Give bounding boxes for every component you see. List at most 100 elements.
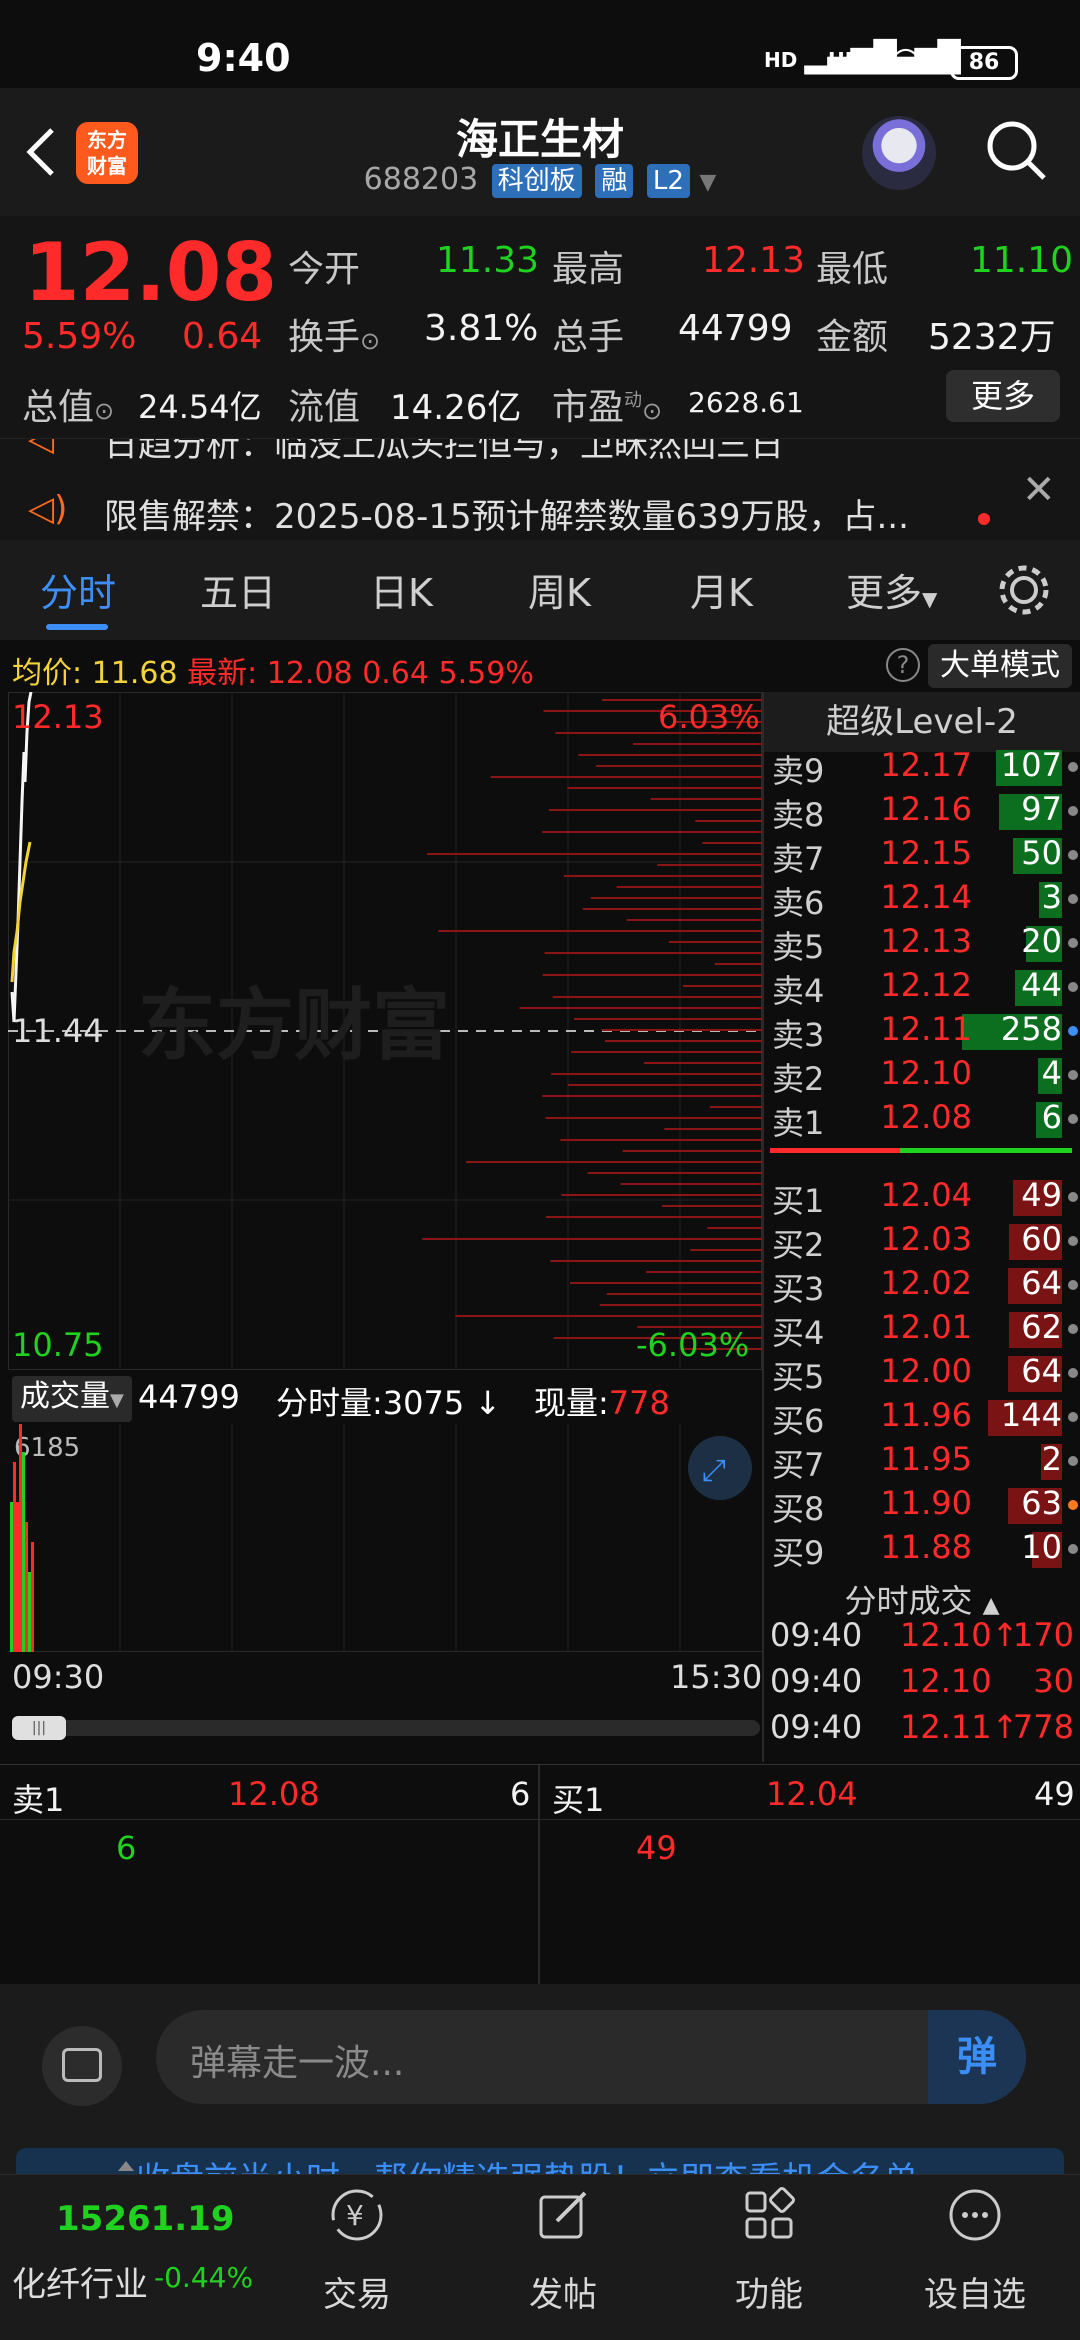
robot-assistant-icon[interactable] <box>862 116 936 190</box>
more-dots-icon <box>949 2189 1001 2241</box>
sell-row[interactable]: 卖8 12.16 97 <box>764 790 1080 834</box>
bottom-nav: 15261.19 化纤行业 -0.44% ¥ 交易 发帖 功能 设自选 <box>0 2161 1080 2340</box>
nav-functions-label: 功能 <box>735 2275 803 2315</box>
nav-post[interactable]: 发帖 <box>488 2175 638 2340</box>
chart-scrollbar[interactable]: ||| <box>12 1716 760 1740</box>
notice-line-2: 限售解禁：2025-08-15预计解禁数量639万股，占... <box>104 497 909 537</box>
buy-row[interactable]: 买9 11.88 10 <box>764 1528 1080 1572</box>
sell-row[interactable]: 卖3 12.11 258 <box>764 1010 1080 1054</box>
latest-change: 0.64 <box>362 656 429 691</box>
order-book-title[interactable]: 超级Level-2 <box>764 692 1080 752</box>
sell-row[interactable]: 卖9 12.17 107 <box>764 746 1080 790</box>
tab-intraday[interactable]: 分时 <box>40 562 116 617</box>
tab-daily-k[interactable]: 日K <box>370 562 433 617</box>
tab-five-day[interactable]: 五日 <box>200 562 276 617</box>
buy-status-dot <box>1068 1236 1078 1246</box>
buy-row[interactable]: 买1 12.04 49 <box>764 1176 1080 1220</box>
info-icon: ⊙ <box>642 397 663 425</box>
pe-label[interactable]: 市盈动⊙ <box>552 378 662 430</box>
buy-price: 12.01 <box>880 1308 972 1346</box>
buy-row[interactable]: 买8 11.90 63 <box>764 1484 1080 1528</box>
index-value: 15261.19 <box>56 2199 235 2239</box>
help-icon[interactable]: ? <box>886 648 920 682</box>
trade-icon: ¥ <box>331 2189 383 2241</box>
nav-functions[interactable]: 功能 <box>694 2175 844 2340</box>
chevron-up-icon: ▲ <box>982 1593 1000 1618</box>
tab-more[interactable]: 更多▼ <box>846 562 937 617</box>
chart-tabs: 分时 五日 日K 周K 月K 更多▼ <box>0 540 1080 640</box>
buy-row[interactable]: 买6 11.96 144 <box>764 1396 1080 1440</box>
buy-volume: 2 <box>1041 1440 1062 1478</box>
mktcap-label[interactable]: 总值⊙ <box>22 378 114 430</box>
sell-price: 12.08 <box>880 1098 972 1136</box>
gear-icon[interactable] <box>996 562 1052 618</box>
minute-volume-value: 3075 <box>382 1384 465 1422</box>
sell-status-dot <box>1068 762 1078 772</box>
sell-row[interactable]: 卖7 12.15 50 <box>764 834 1080 878</box>
nav-add-watchlist[interactable]: 设自选 <box>900 2175 1050 2340</box>
sell-status-dot <box>1068 1070 1078 1080</box>
sell-row[interactable]: 卖2 12.10 4 <box>764 1054 1080 1098</box>
volume-bar <box>13 1462 16 1652</box>
turnover-label[interactable]: 换手⊙ <box>288 308 380 360</box>
promo-banner[interactable]: 收盘前半小时，帮你精选强势股！立即查看机会名单 <box>0 2134 1080 2174</box>
tab-weekly-k[interactable]: 周K <box>528 562 591 617</box>
industry-index[interactable]: 15261.19 化纤行业 -0.44% <box>0 2161 260 2340</box>
mktcap-value: 24.54亿 <box>138 388 262 426</box>
search-icon[interactable] <box>984 118 1048 182</box>
notice-line-1: 日趋分析：临没上瓜头拦恒与，卫眯然回三日 <box>104 438 784 465</box>
volume-indicator-label: 成交量 <box>20 1379 110 1414</box>
time-end: 15:30 <box>670 1658 763 1696</box>
turnover-value: 3.81% <box>424 308 539 349</box>
intraday-chart[interactable]: 东方财富 <box>8 692 762 1370</box>
best-quote-strip: 卖1 12.08 6 6 买1 12.04 49 49 <box>0 1764 1080 1985</box>
sell-volume: 3 <box>1041 878 1062 916</box>
buy-volume: 64 <box>1021 1264 1062 1302</box>
buy-row[interactable]: 买5 12.00 64 <box>764 1352 1080 1396</box>
sell-level-label: 卖1 <box>772 1104 825 1142</box>
buy-row[interactable]: 买3 12.02 64 <box>764 1264 1080 1308</box>
danmaku-input[interactable]: 弹幕走一波... 弹 <box>156 2010 1026 2104</box>
danmaku-send-button[interactable]: 弹 <box>928 2010 1026 2104</box>
price-summary: 均价: 11.68 最新: 12.08 0.64 5.59% <box>12 648 534 692</box>
low-value: 11.10 <box>970 240 1074 281</box>
buy-level-label: 买5 <box>772 1358 825 1396</box>
sell-volume: 44 <box>1021 966 1062 1004</box>
sell-level-label: 卖5 <box>772 928 825 966</box>
more-button[interactable]: 更多 <box>946 370 1060 422</box>
strip-separator <box>538 1765 540 1985</box>
scrollbar-handle[interactable]: ||| <box>12 1716 66 1740</box>
danmaku-settings-icon[interactable] <box>42 2026 122 2106</box>
volume-bar <box>16 1502 19 1652</box>
strip-buy-price: 12.04 <box>766 1775 858 1813</box>
arrow-down-icon: ↓ <box>474 1384 502 1422</box>
sell-row[interactable]: 卖5 12.13 20 <box>764 922 1080 966</box>
volume-indicator-select[interactable]: 成交量▼ <box>12 1376 132 1422</box>
sell-row[interactable]: 卖6 12.14 3 <box>764 878 1080 922</box>
sell-row[interactable]: 卖4 12.12 44 <box>764 966 1080 1010</box>
buy-row[interactable]: 买7 11.95 2 <box>764 1440 1080 1484</box>
latest-percent: 5.59% <box>438 656 534 691</box>
sell-level-label: 卖3 <box>772 1016 825 1054</box>
trade-vol: 170 <box>1012 1616 1074 1654</box>
battery-level: 86 <box>968 50 1000 75</box>
index-name: 化纤行业 <box>12 2265 148 2305</box>
buy-row[interactable]: 买2 12.03 60 <box>764 1220 1080 1264</box>
current-price: 12.08 <box>24 226 278 319</box>
notice-ticker[interactable]: ◁ 日趋分析：临没上瓜头拦恒与，卫眯然回三日 ◁) 限售解禁：2025-08-1… <box>0 438 1080 540</box>
trade-price: 12.10 <box>900 1662 992 1700</box>
sell-price: 12.13 <box>880 922 972 960</box>
volume-bar <box>31 1542 34 1652</box>
close-icon[interactable]: ✕ <box>1022 467 1056 513</box>
volume-chart[interactable]: 6185 ⤢ <box>8 1424 762 1652</box>
order-book: 超级Level-2 卖9 12.17 107 卖8 12.16 97 卖7 12.15 50 卖6… <box>764 692 1080 1572</box>
battery-icon: 86 <box>950 46 1018 80</box>
sell-price: 12.17 <box>880 746 972 784</box>
big-order-mode-button[interactable]: 大单模式 <box>928 644 1072 688</box>
buy-row[interactable]: 买4 12.01 62 <box>764 1308 1080 1352</box>
avg-value: 11.68 <box>91 656 178 691</box>
tab-monthly-k[interactable]: 月K <box>690 562 753 617</box>
sell-row[interactable]: 卖1 12.08 6 <box>764 1098 1080 1142</box>
sell-level-label: 卖6 <box>772 884 825 922</box>
nav-trade[interactable]: ¥ 交易 <box>282 2175 432 2340</box>
